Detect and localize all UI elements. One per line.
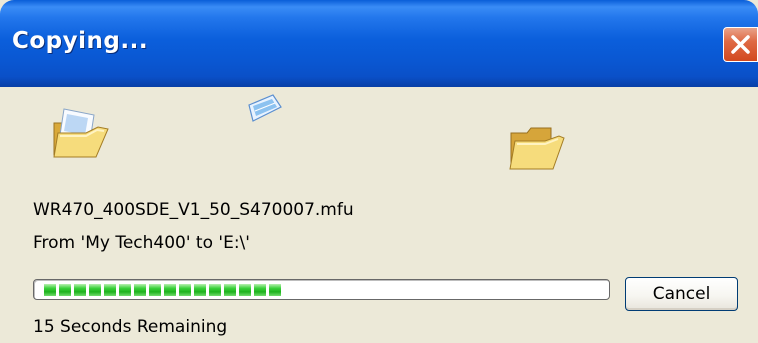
progress-bar xyxy=(33,279,610,300)
progress-segment xyxy=(164,284,176,296)
progress-segment xyxy=(254,284,266,296)
cancel-button[interactable]: Cancel xyxy=(625,277,738,311)
progress-segment xyxy=(149,284,161,296)
progress-segment xyxy=(59,284,71,296)
folder-icon xyxy=(509,127,565,170)
progress-segment xyxy=(269,284,281,296)
close-button[interactable] xyxy=(723,27,758,62)
time-remaining: 15 Seconds Remaining xyxy=(33,317,228,337)
progress-segment xyxy=(104,284,116,296)
dialog-title: Copying... xyxy=(12,28,149,54)
progress-segment xyxy=(119,284,131,296)
flying-document-icon xyxy=(248,94,282,122)
progress-segment xyxy=(74,284,86,296)
progress-segment xyxy=(134,284,146,296)
copy-route: From 'My Tech400' to 'E:\' xyxy=(33,233,250,253)
file-name: WR470_400SDE_V1_50_S470007.mfu xyxy=(33,200,354,220)
close-icon xyxy=(731,35,750,54)
open-folder-icon xyxy=(53,108,109,158)
dialog-body: WR470_400SDE_V1_50_S470007.mfu From 'My … xyxy=(0,87,758,343)
progress-segment xyxy=(89,284,101,296)
progress-segment xyxy=(224,284,236,296)
progress-segment xyxy=(194,284,206,296)
progress-fill xyxy=(44,284,284,296)
title-bar[interactable]: Copying... xyxy=(0,0,758,87)
progress-segment xyxy=(239,284,251,296)
progress-segment xyxy=(44,284,56,296)
progress-segment xyxy=(209,284,221,296)
progress-segment xyxy=(179,284,191,296)
copy-dialog: Copying... WR470_400SDE_V1_50_S470007.mf… xyxy=(0,0,758,343)
